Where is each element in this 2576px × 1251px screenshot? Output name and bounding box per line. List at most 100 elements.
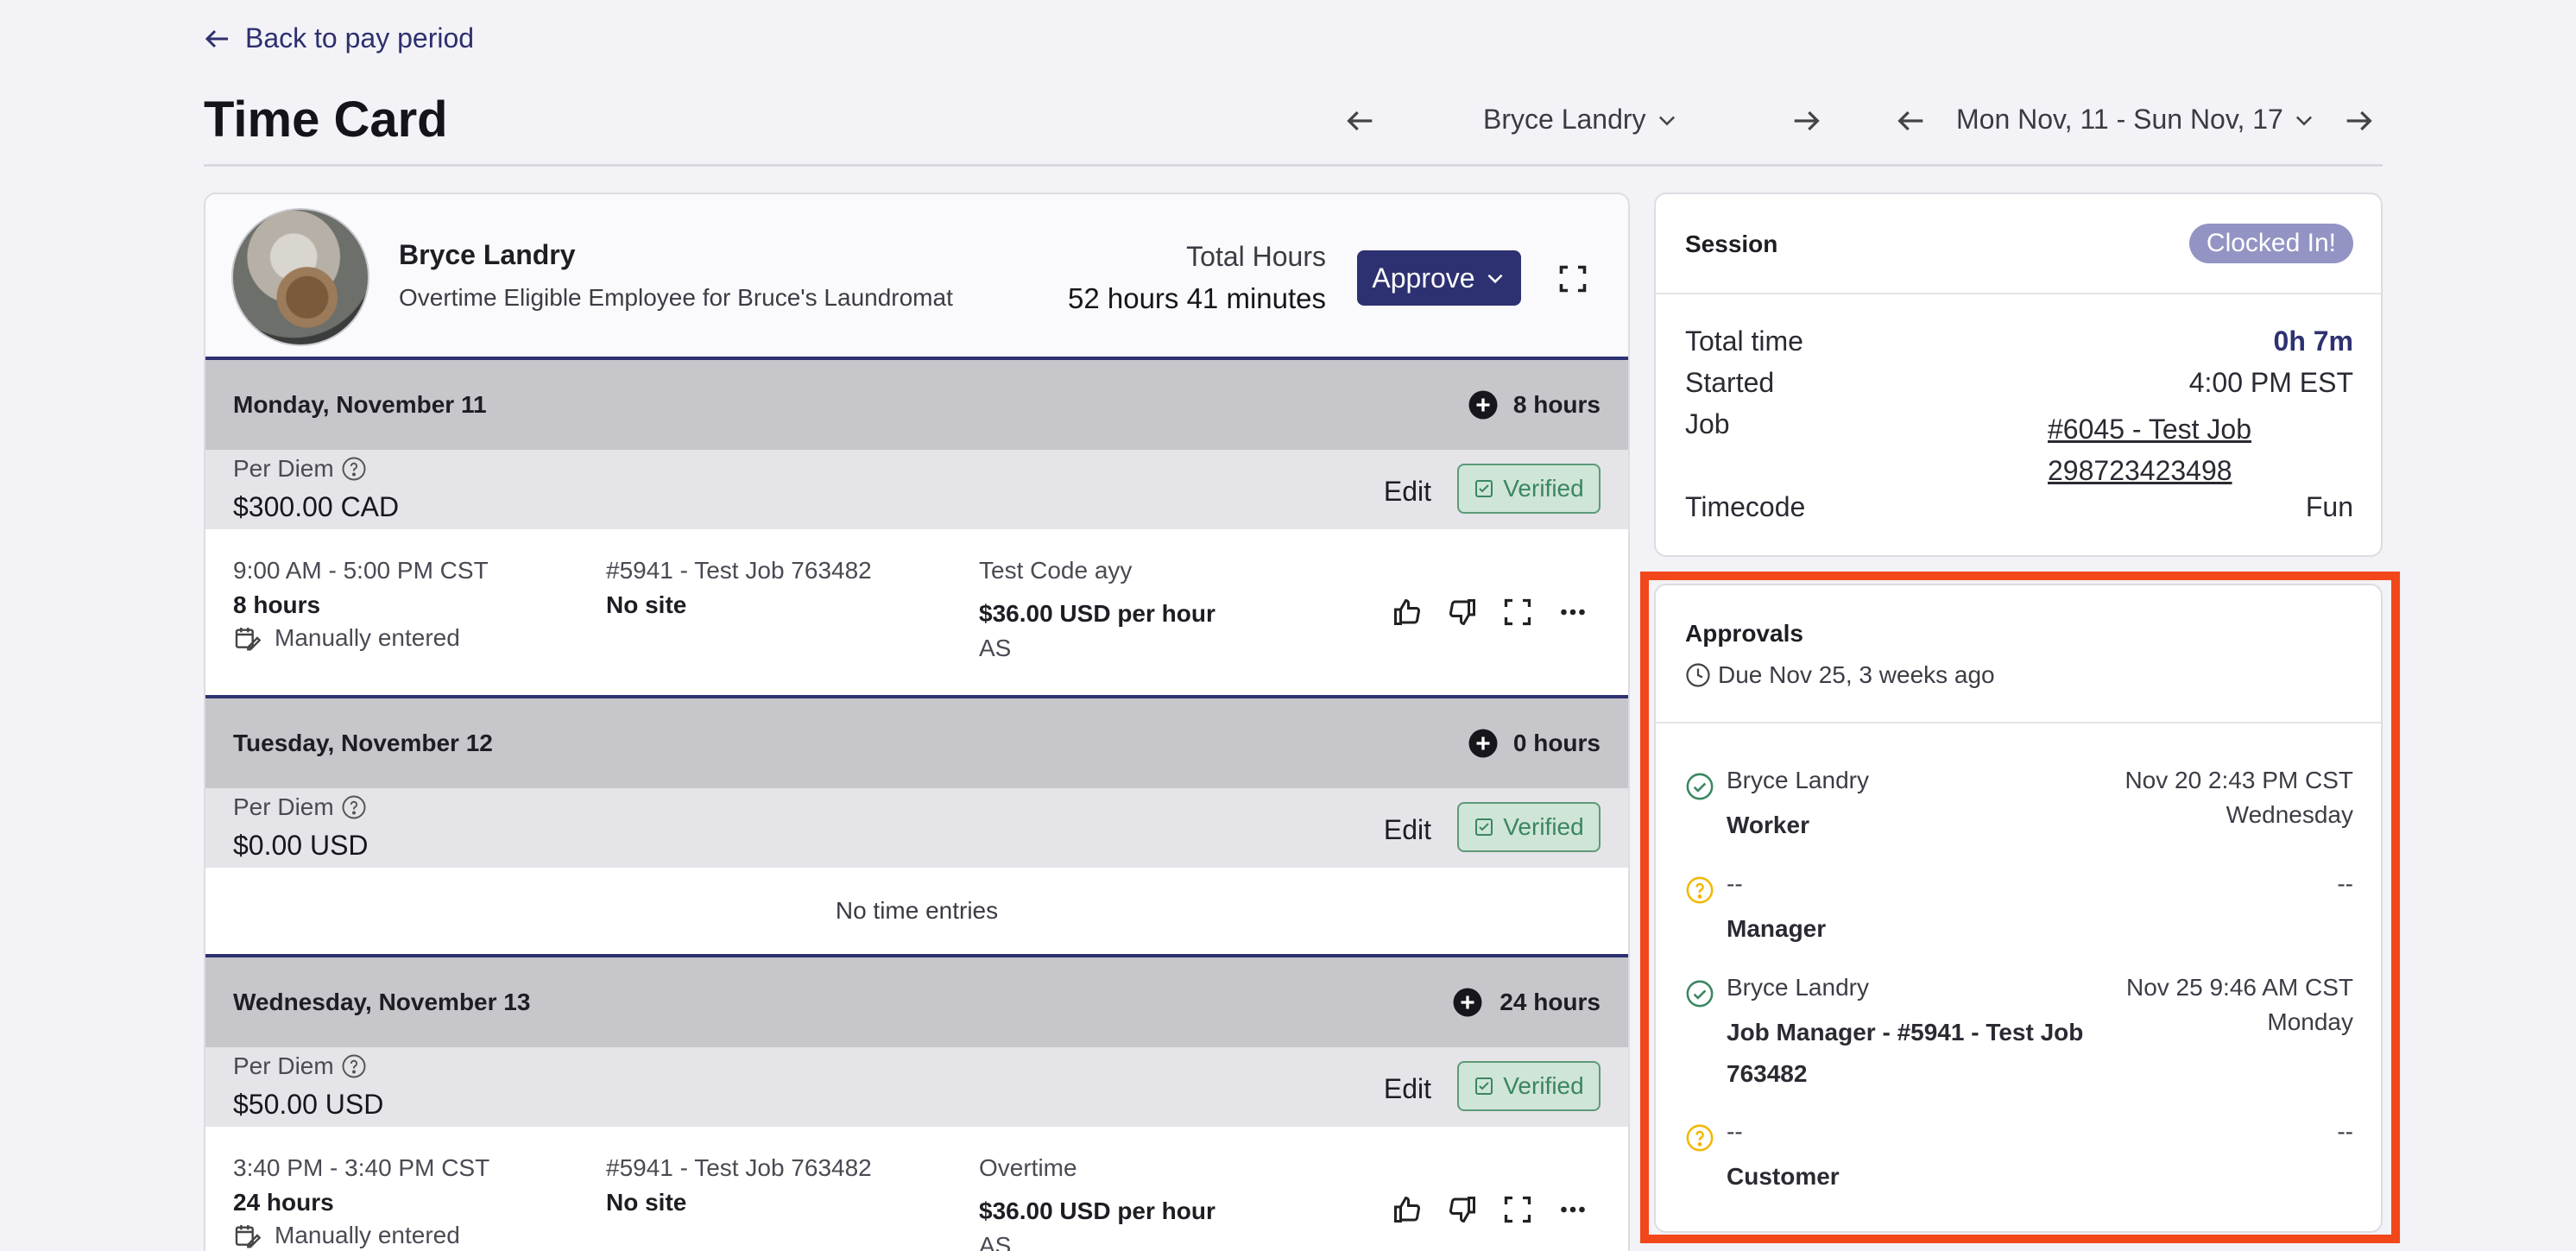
approver-role: Customer: [1727, 1163, 1840, 1190]
entry-method-label: Manually entered: [275, 1222, 460, 1248]
entry-job: #5941 - Test Job 763482: [606, 1154, 872, 1181]
back-to-pay-period-link[interactable]: Back to pay period: [202, 22, 474, 54]
approvals-due-label: Due Nov 25, 3 weeks ago: [1718, 661, 1995, 688]
verified-label: Verified: [1503, 475, 1584, 502]
more-options-icon[interactable]: [1557, 597, 1588, 628]
previous-period-button[interactable]: [1894, 104, 1929, 138]
started-label: Started: [1685, 367, 1775, 398]
fullscreen-icon[interactable]: [1502, 597, 1533, 628]
per-diem-label: Per Diem: [233, 1052, 367, 1080]
time-entry: 9:00 AM - 5:00 PM CST 8 hours Manually e…: [205, 529, 1628, 698]
employee-subtitle: Overtime Eligible Employee for Bruce's L…: [399, 284, 953, 311]
clock-icon: [1686, 663, 1710, 687]
session-started-row: Started 4:00 PM EST: [1685, 367, 2353, 399]
approver-role: Job Manager - #5941 - Test Job 763482: [1727, 1019, 2084, 1087]
timecode-value: Fun: [2305, 491, 2353, 522]
check-circle-icon: [1686, 980, 1714, 1008]
approver-name: --: [1727, 1118, 1743, 1145]
per-diem-label-text: Per Diem: [233, 793, 334, 820]
approver-role: Manager: [1727, 915, 1827, 942]
time-card-panel: Bryce Landry Overtime Eligible Employee …: [204, 193, 1630, 1251]
back-link-label: Back to pay period: [245, 22, 475, 54]
arrow-right-icon: [2346, 111, 2372, 131]
day-title: Tuesday, November 12: [233, 730, 493, 756]
entry-rate: $36.00 USD per hour: [979, 1197, 1215, 1224]
help-icon[interactable]: [341, 1053, 367, 1079]
thumbs-up-icon[interactable]: [1392, 597, 1423, 628]
total-hours-value: 52 hours 41 minutes: [1067, 282, 1326, 314]
entry-code: Test Code ayy: [979, 557, 1133, 584]
approve-button-label: Approve: [1372, 262, 1475, 294]
entry-duration: 24 hours: [233, 1189, 334, 1216]
edit-per-diem-button[interactable]: Edit: [1384, 476, 1431, 508]
edit-per-diem-button[interactable]: Edit: [1384, 814, 1431, 846]
employee-select-label: Bryce Landry: [1483, 104, 1646, 135]
approve-button[interactable]: Approve: [1357, 250, 1521, 306]
next-period-button[interactable]: [2341, 104, 2376, 138]
next-employee-button[interactable]: [1789, 104, 1823, 138]
thumbs-down-icon[interactable]: [1447, 597, 1478, 628]
thumbs-down-icon[interactable]: [1447, 1194, 1478, 1225]
add-entry-icon[interactable]: [1468, 389, 1499, 420]
verified-badge[interactable]: Verified: [1457, 1061, 1601, 1111]
entry-code: Overtime: [979, 1154, 1077, 1181]
entry-duration: 8 hours: [233, 591, 321, 618]
thumbs-up-icon[interactable]: [1392, 1194, 1423, 1225]
job-label: Job: [1685, 408, 1730, 439]
per-diem-row: Per Diem $50.00 USD Edit Verified: [205, 1047, 1628, 1127]
approver-name: --: [1727, 870, 1743, 897]
per-diem-row: Per Diem $0.00 USD Edit Verified: [205, 788, 1628, 868]
total-time-value: 0h 7m: [2273, 325, 2353, 357]
entry-rate: $36.00 USD per hour: [979, 600, 1215, 627]
day-header-tuesday: Tuesday, November 12 0 hours: [205, 698, 1628, 788]
pay-period-select-label: Mon Nov, 11 - Sun Nov, 17: [1956, 104, 2283, 135]
entry-time-range: 3:40 PM - 3:40 PM CST: [233, 1154, 490, 1181]
approvals-title: Approvals: [1685, 620, 1803, 647]
entry-method: Manually entered: [233, 624, 460, 652]
day-header-monday: Monday, November 11 8 hours: [205, 360, 1628, 450]
verified-label: Verified: [1503, 813, 1584, 840]
employee-select[interactable]: Bryce Landry: [1483, 104, 1679, 136]
edit-per-diem-button[interactable]: Edit: [1384, 1073, 1431, 1105]
verified-badge[interactable]: Verified: [1457, 464, 1601, 514]
total-time-label: Total time: [1685, 325, 1803, 357]
fullscreen-icon[interactable]: [1557, 263, 1588, 294]
check-square-icon: [1475, 480, 1493, 497]
add-entry-icon[interactable]: [1452, 987, 1483, 1018]
session-job-link[interactable]: #6045 - Test Job 298723423498: [2048, 408, 2251, 491]
per-diem-amount: $50.00 USD: [233, 1089, 384, 1120]
session-total-time-row: Total time 0h 7m: [1685, 325, 2353, 357]
employee-header: Bryce Landry Overtime Eligible Employee …: [205, 194, 1628, 360]
more-options-icon[interactable]: [1557, 1194, 1588, 1225]
entry-job: #5941 - Test Job 763482: [606, 557, 872, 584]
per-diem-amount: $0.00 USD: [233, 830, 369, 861]
approver-name: Bryce Landry: [1727, 974, 1869, 1001]
timecode-label: Timecode: [1685, 491, 1806, 522]
approvals-panel: Approvals Due Nov 25, 3 weeks ago Bryce …: [1654, 584, 2383, 1233]
per-diem-row: Per Diem $300.00 CAD Edit Verified: [205, 450, 1628, 529]
session-timecode-row: Timecode Fun: [1685, 491, 2353, 523]
per-diem-label-text: Per Diem: [233, 455, 334, 482]
verified-badge[interactable]: Verified: [1457, 802, 1601, 852]
previous-employee-button[interactable]: [1343, 104, 1378, 138]
chevron-down-icon: [2295, 116, 2312, 125]
approvals-due: Due Nov 25, 3 weeks ago: [1685, 661, 1995, 689]
question-circle-icon: [1686, 876, 1714, 904]
entry-time-range: 9:00 AM - 5:00 PM CST: [233, 557, 489, 584]
time-entry: 3:40 PM - 3:40 PM CST 24 hours Manually …: [205, 1127, 1628, 1251]
pay-period-select[interactable]: Mon Nov, 11 - Sun Nov, 17: [1956, 104, 2316, 136]
header-divider: [204, 164, 2383, 167]
help-icon[interactable]: [341, 456, 367, 482]
arrow-left-icon: [205, 29, 228, 47]
approval-day: Monday: [2267, 1008, 2353, 1035]
question-circle-icon: [1686, 1124, 1714, 1152]
page-title: Time Card: [204, 92, 448, 148]
fullscreen-icon[interactable]: [1502, 1194, 1533, 1225]
approver-role: Worker: [1727, 812, 1809, 838]
arrow-left-icon: [1347, 111, 1373, 131]
approval-date: --: [2337, 1118, 2353, 1145]
employee-name: Bryce Landry: [399, 239, 576, 270]
approval-date: Nov 25 9:46 AM CST: [2125, 974, 2353, 1001]
add-entry-icon[interactable]: [1468, 728, 1499, 759]
help-icon[interactable]: [341, 794, 367, 820]
